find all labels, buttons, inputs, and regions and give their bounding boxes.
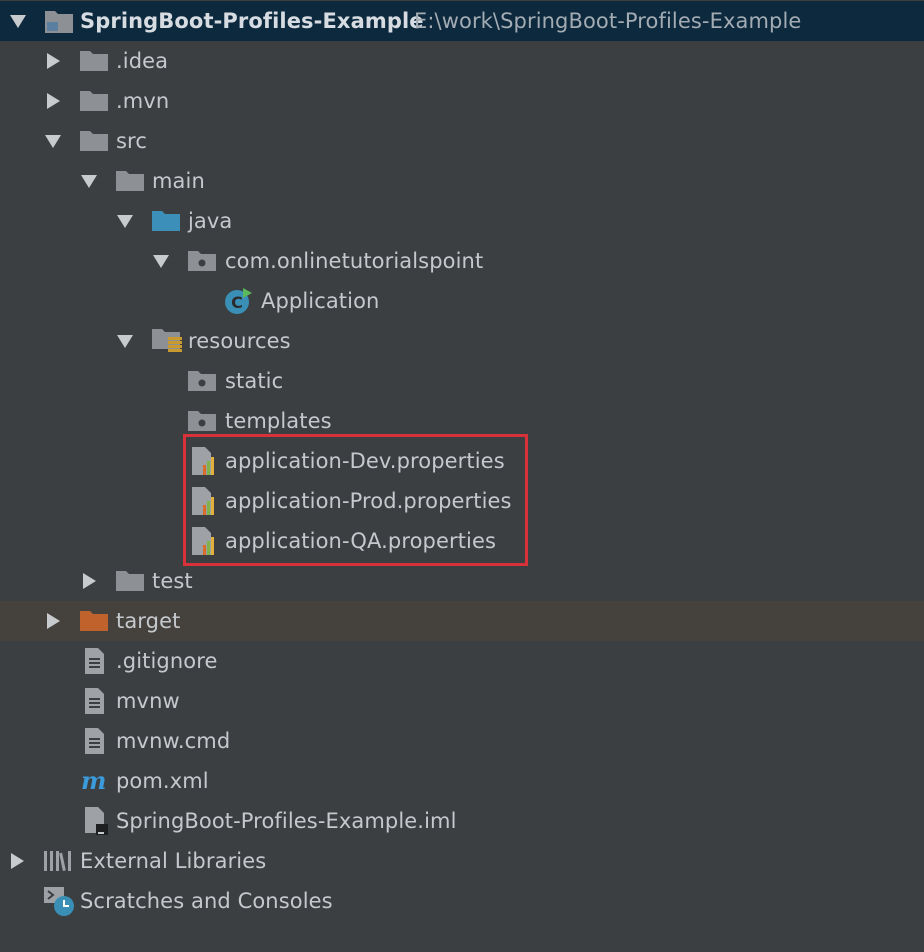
svg-text:m: m [81,769,106,793]
collapse-arrow-icon[interactable] [117,334,133,348]
tree-label: application-Prod.properties [225,489,512,513]
folder-icon [80,51,108,71]
tree-row-external-libraries[interactable]: External Libraries [0,841,924,881]
tree-row-scratches[interactable]: Scratches and Consoles [0,881,924,921]
tree-label: application-QA.properties [225,529,497,553]
tree-row-project-root[interactable]: SpringBoot-Profiles-Example E:\work\Spri… [0,1,924,41]
tree-label: .idea [116,49,169,73]
tree-row-gitignore[interactable]: .gitignore [0,641,924,681]
text-file-icon [85,688,104,714]
tree-row-main[interactable]: main [0,161,924,201]
project-tree: SpringBoot-Profiles-Example E:\work\Spri… [0,0,924,952]
tree-label: application-Dev.properties [225,449,505,473]
tree-label: com.onlinetutorialspoint [225,249,484,273]
properties-file-icon [192,447,214,475]
java-class-icon: C [225,288,252,314]
folder-icon [116,171,144,191]
tree-row-templates[interactable]: templates [0,401,924,441]
tree-label: mvnw.cmd [116,729,231,753]
tree-row-resources[interactable]: resources [0,321,924,361]
tree-row-test[interactable]: test [0,561,924,601]
source-folder-icon [152,211,180,231]
expand-arrow-icon[interactable] [47,53,60,69]
expand-arrow-icon[interactable] [47,613,60,629]
tree-label: Scratches and Consoles [80,889,333,913]
tree-label: templates [225,409,332,433]
package-icon [188,371,216,391]
tree-label: pom.xml [116,769,209,793]
expand-arrow-icon[interactable] [83,573,96,589]
project-path: E:\work\SpringBoot-Profiles-Example [414,9,802,33]
collapse-arrow-icon[interactable] [45,134,61,148]
tree-label: mvnw [116,689,180,713]
tree-label: .gitignore [116,649,218,673]
tree-label: test [152,569,193,593]
collapse-arrow-icon[interactable] [153,254,169,268]
tree-label: Application [261,289,380,313]
tree-label: resources [188,329,291,353]
collapse-arrow-icon[interactable] [10,14,26,28]
expand-arrow-icon[interactable] [47,93,60,109]
svg-text:C: C [231,293,243,312]
tree-label: java [188,209,233,233]
scratches-icon [44,887,74,916]
text-file-icon [85,648,104,674]
tree-row-props-prod[interactable]: application-Prod.properties [0,481,924,521]
module-folder-icon [45,11,73,33]
tree-row-target[interactable]: target [0,601,924,641]
tree-row-package[interactable]: com.onlinetutorialspoint [0,241,924,281]
tree-label: static [225,369,284,393]
tree-label: External Libraries [80,849,267,873]
tree-row-src[interactable]: src [0,121,924,161]
tree-row-application[interactable]: C Application [0,281,924,321]
tree-row-static[interactable]: static [0,361,924,401]
tree-label: src [116,129,147,153]
properties-file-icon [192,527,214,555]
package-icon [188,411,216,431]
expand-arrow-icon[interactable] [11,853,24,869]
tree-label: SpringBoot-Profiles-Example.iml [116,809,457,833]
tree-row-java[interactable]: java [0,201,924,241]
tree-row-mvn[interactable]: .mvn [0,81,924,121]
maven-icon: m [81,769,106,793]
properties-file-icon [192,487,214,515]
tree-row-props-dev[interactable]: application-Dev.properties [0,441,924,481]
resources-folder-icon [152,329,182,352]
text-file-icon [85,728,104,754]
folder-icon [80,131,108,151]
package-icon [188,251,216,271]
libraries-icon [44,851,71,872]
tree-label: .mvn [116,89,170,113]
collapse-arrow-icon[interactable] [81,174,97,188]
tree-label: target [116,609,181,633]
tree-row-pom[interactable]: m pom.xml [0,761,924,801]
tree-row-mvnw[interactable]: mvnw [0,681,924,721]
excluded-folder-icon [80,611,108,631]
module-file-icon [85,807,108,835]
tree-row-mvnw-cmd[interactable]: mvnw.cmd [0,721,924,761]
folder-icon [80,91,108,111]
tree-label: main [152,169,205,193]
tree-row-idea[interactable]: .idea [0,41,924,81]
tree-row-props-qa[interactable]: application-QA.properties [0,521,924,561]
folder-icon [116,571,144,591]
collapse-arrow-icon[interactable] [117,214,133,228]
tree-row-iml[interactable]: SpringBoot-Profiles-Example.iml [0,801,924,841]
project-name: SpringBoot-Profiles-Example [80,9,424,33]
